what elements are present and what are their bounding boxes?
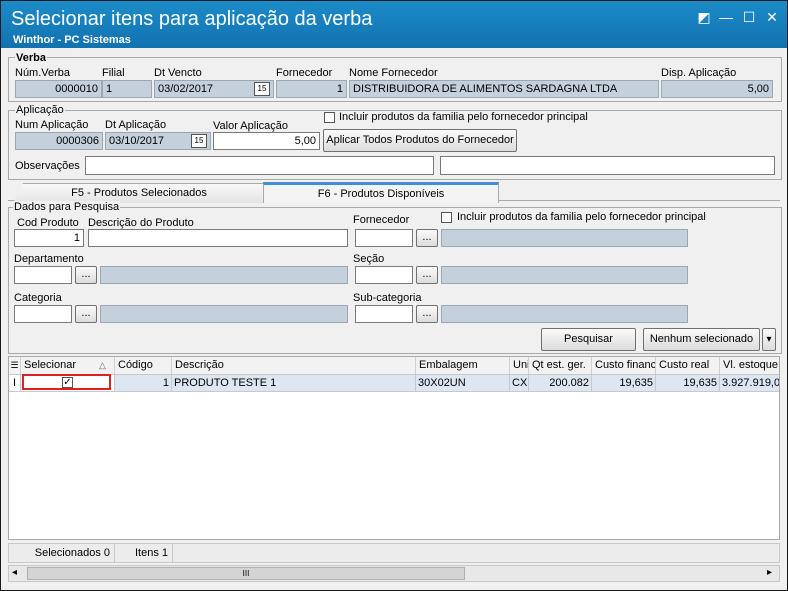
status-selecionados: Selecionados 0 — [13, 544, 115, 562]
dt-vencto-label: Dt Vencto — [154, 67, 202, 79]
products-grid: ☰ Selecionar △ Código Descrição Embalagem… — [8, 356, 780, 540]
cell-descricao: PRODUTO TESTE 1 — [172, 375, 416, 391]
nome-fornecedor-label: Nome Fornecedor — [349, 67, 438, 79]
cell-codigo: 1 — [115, 375, 172, 391]
window-title: Selecionar itens para aplicação da verba — [11, 8, 373, 30]
nome-fornecedor-field: DISTRIBUIDORA DE ALIMENTOS SARDAGNA LTDA — [349, 80, 659, 98]
pesquisar-button[interactable]: Pesquisar — [541, 328, 636, 351]
cod-produto-label: Cod Produto — [17, 217, 79, 229]
grid-header: ☰ Selecionar △ Código Descrição Embalagem… — [9, 357, 779, 375]
dialog-window: Selecionar itens para aplicação da verba… — [0, 0, 788, 591]
column-header-uni[interactable]: Uni — [510, 357, 529, 374]
fornecedor-label: Fornecedor — [276, 67, 333, 79]
incluir-familia-label: Incluir produtos da familia pelo fornece… — [339, 111, 588, 123]
tab-produtos-disponiveis[interactable]: F6 - Produtos Disponíveis — [263, 182, 499, 203]
incluir-familia-search-checkbox[interactable] — [441, 212, 452, 223]
observacoes-input-1[interactable] — [85, 156, 434, 175]
table-row[interactable]: I ✓ 1 PRODUTO TESTE 1 30X02UN CX 200.082… — [9, 375, 779, 392]
disp-aplicacao-label: Disp. Aplicação — [661, 67, 737, 79]
status-bar: Selecionados 0 Itens 1 — [8, 543, 780, 563]
num-verba-field: 0000010 — [15, 80, 102, 98]
dt-aplicacao-label: Dt Aplicação — [105, 119, 167, 131]
close-icon[interactable]: ✕ — [763, 9, 781, 25]
column-header-embalagem[interactable]: Embalagem — [416, 357, 510, 374]
cell-custo-real: 19,635 — [656, 375, 720, 391]
row-indicator: I — [9, 375, 21, 391]
fornecedor-lookup-button[interactable]: ... — [416, 229, 438, 247]
categoria-label: Categoria — [14, 292, 62, 304]
column-header-vl-estoque[interactable]: Vl. estoque — [720, 357, 779, 374]
secao-name-field — [441, 266, 688, 284]
tab-produtos-selecionados[interactable]: F5 - Produtos Selecionados — [13, 183, 265, 203]
highlight-box — [22, 374, 111, 390]
cell-vl-estoque: 3.927.919,0 — [722, 377, 779, 389]
cell-custo-financ: 19,635 — [592, 375, 656, 391]
num-aplicacao-label: Num Aplicação — [15, 119, 89, 131]
maximize-icon[interactable]: ☐ — [740, 9, 758, 25]
categoria-lookup-button[interactable]: ... — [75, 305, 97, 323]
aplicacao-group-label: Aplicação — [15, 104, 65, 116]
scroll-left-icon[interactable]: ◂ — [12, 567, 17, 578]
cell-embalagem: 30X02UN — [416, 375, 510, 391]
restore-icon[interactable]: ◩ — [695, 9, 713, 25]
departamento-name-field — [100, 266, 348, 284]
categoria-input[interactable] — [14, 305, 72, 323]
column-header-descricao[interactable]: Descrição — [172, 357, 416, 374]
categoria-name-field — [100, 305, 348, 323]
secao-input[interactable] — [355, 266, 413, 284]
descricao-produto-label: Descrição do Produto — [88, 217, 194, 229]
filial-field: 1 — [102, 80, 152, 98]
incluir-familia-search-label: Incluir produtos da familia pelo fornece… — [457, 211, 706, 223]
window-subtitle: Winthor - PC Sistemas — [13, 34, 131, 46]
subcategoria-input[interactable] — [355, 305, 413, 323]
title-bar[interactable]: Selecionar itens para aplicação da verba… — [1, 1, 787, 48]
column-header-custo-financ[interactable]: Custo financ — [592, 357, 656, 374]
disp-aplicacao-field: 5,00 — [661, 80, 773, 98]
fornecedor-field: 1 — [276, 80, 347, 98]
secao-lookup-button[interactable]: ... — [416, 266, 438, 284]
status-itens: Itens 1 — [115, 544, 173, 562]
scrollbar-thumb[interactable]: III — [27, 567, 465, 580]
chevron-down-icon[interactable]: ▾ — [762, 328, 776, 351]
num-verba-label: Núm.Verba — [15, 67, 71, 79]
observacoes-label: Observações — [15, 160, 80, 172]
column-header-qt-est[interactable]: Qt est. ger. — [529, 357, 592, 374]
valor-aplicacao-input[interactable]: 5,00 — [213, 132, 320, 150]
departamento-label: Departamento — [14, 253, 84, 265]
num-aplicacao-field: 0000306 — [15, 132, 103, 150]
nenhum-selecionado-button[interactable]: Nenhum selecionado — [643, 328, 760, 351]
subcategoria-name-field — [441, 305, 688, 323]
fornecedor-search-label: Fornecedor — [353, 214, 410, 226]
valor-aplicacao-label: Valor Aplicação — [213, 120, 289, 132]
subcategoria-lookup-button[interactable]: ... — [416, 305, 438, 323]
column-header-custo-real[interactable]: Custo real — [656, 357, 720, 374]
descricao-produto-input[interactable] — [88, 229, 348, 247]
cell-uni: CX — [512, 375, 529, 391]
calendar-icon[interactable]: 15 — [191, 134, 207, 148]
departamento-lookup-button[interactable]: ... — [75, 266, 97, 284]
sort-ascending-icon: △ — [99, 360, 106, 370]
subcategoria-label: Sub-categoria — [353, 292, 422, 304]
pesquisa-group-label: Dados para Pesquisa — [13, 201, 121, 213]
departamento-input[interactable] — [14, 266, 72, 284]
column-header-codigo[interactable]: Código — [115, 357, 172, 374]
cell-qt-est: 200.082 — [529, 375, 592, 391]
minimize-icon[interactable]: — — [717, 9, 735, 25]
aplicar-todos-button[interactable]: Aplicar Todos Produtos do Fornecedor — [323, 129, 517, 152]
grid-menu-icon[interactable]: ☰ — [9, 357, 21, 374]
verba-group-label: Verba — [15, 52, 47, 64]
fornecedor-name-field — [441, 229, 688, 247]
observacoes-input-2[interactable] — [440, 156, 775, 175]
scroll-right-icon[interactable]: ▸ — [767, 567, 772, 578]
column-header-selecionar[interactable]: Selecionar △ — [21, 357, 115, 374]
filial-label: Filial — [102, 67, 125, 79]
calendar-icon[interactable]: 15 — [254, 82, 270, 96]
incluir-familia-checkbox[interactable] — [324, 112, 335, 123]
secao-label: Seção — [353, 253, 385, 265]
cod-produto-input[interactable]: 1 — [14, 229, 84, 247]
horizontal-scrollbar[interactable]: ◂ III ▸ — [8, 565, 780, 582]
column-header-label: Selecionar — [24, 359, 76, 371]
fornecedor-search-input[interactable] — [355, 229, 413, 247]
